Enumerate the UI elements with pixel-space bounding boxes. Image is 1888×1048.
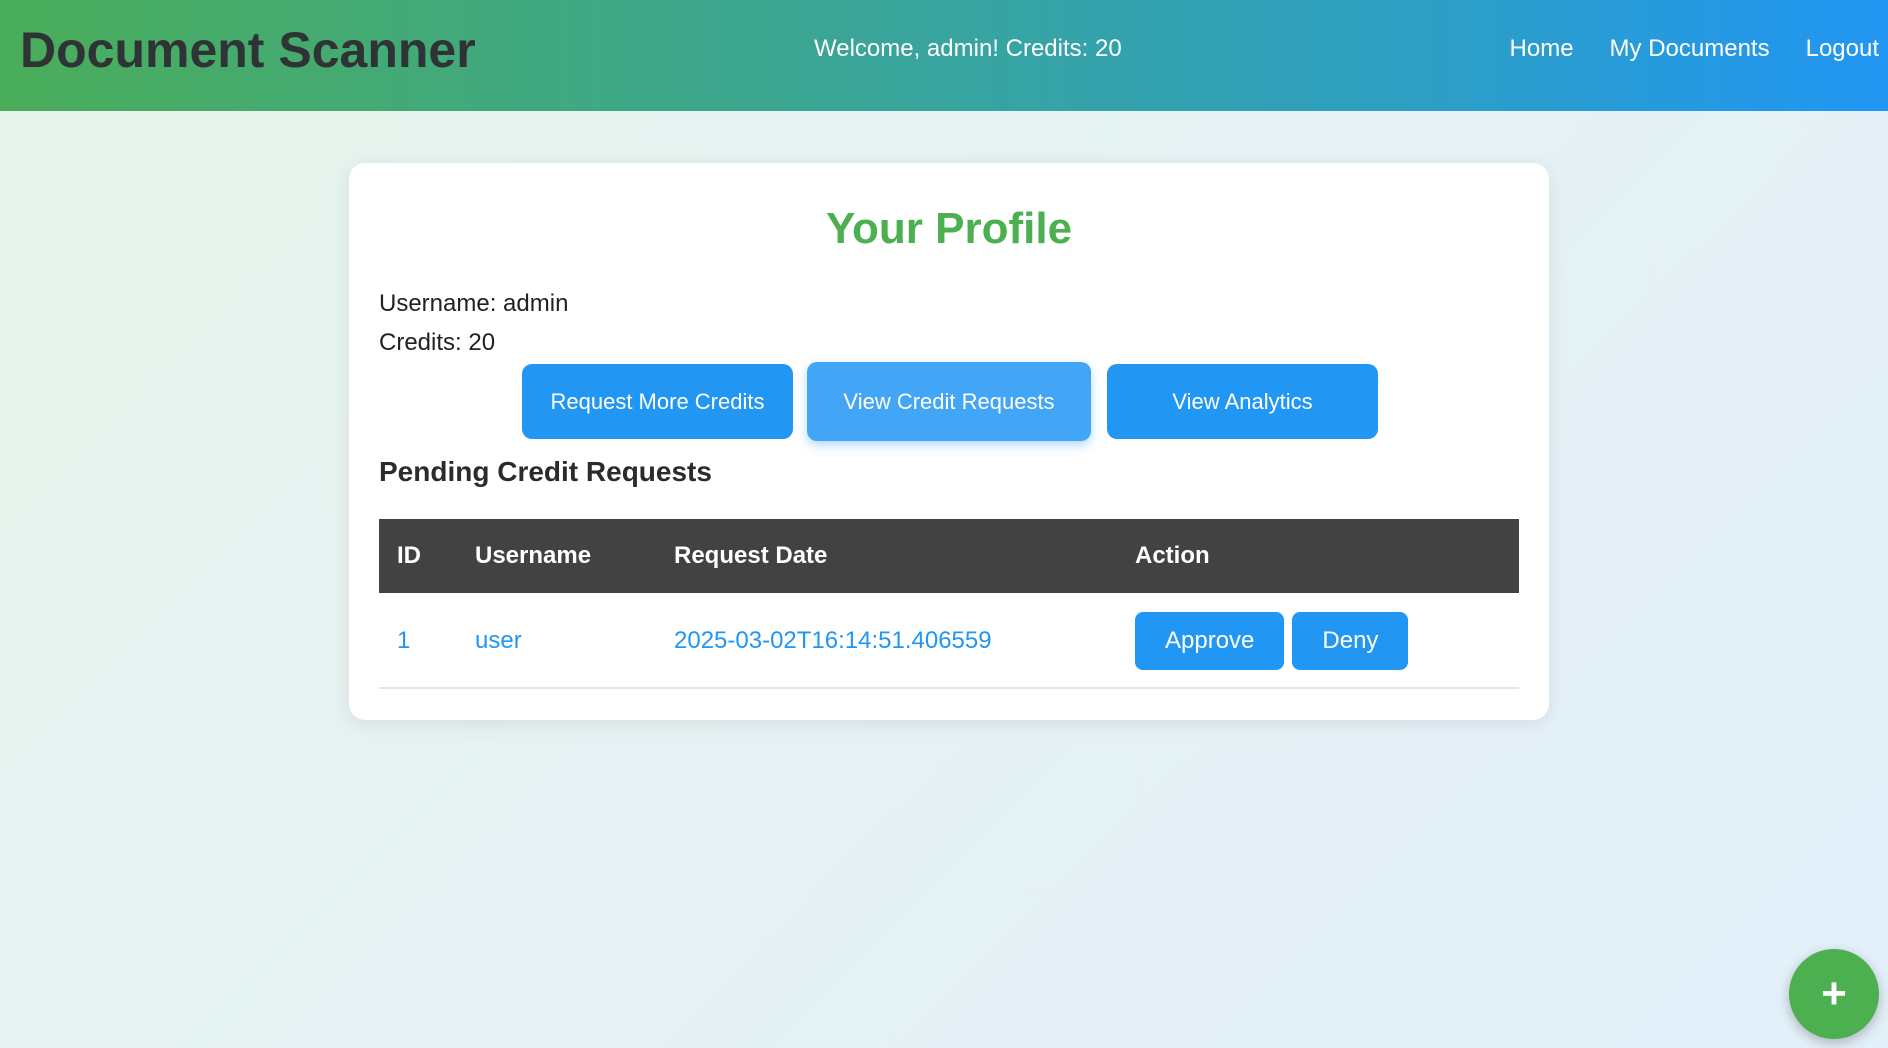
view-credit-requests-button[interactable]: View Credit Requests	[807, 362, 1091, 441]
plus-icon: +	[1821, 969, 1847, 1018]
pending-requests-table: ID Username Request Date Action 1 user 2…	[379, 519, 1519, 689]
request-id: 1	[397, 627, 411, 654]
profile-actions: Request More Credits View Credit Request…	[349, 360, 1549, 441]
app-title: Document Scanner	[20, 22, 476, 78]
welcome-message: Welcome, admin! Credits: 20	[814, 35, 1122, 62]
column-header-action: Action	[1135, 542, 1210, 569]
profile-card: Your Profile Username: admin Credits: 20…	[349, 163, 1549, 720]
username-info: Username: admin	[379, 290, 569, 317]
view-analytics-button[interactable]: View Analytics	[1107, 364, 1378, 439]
add-floating-button[interactable]: +	[1789, 949, 1879, 1039]
nav-my-documents-link[interactable]: My Documents	[1610, 34, 1770, 64]
nav-home-link[interactable]: Home	[1510, 34, 1574, 64]
request-date: 2025-03-02T16:14:51.406559	[674, 627, 992, 654]
column-header-request-date: Request Date	[674, 542, 828, 569]
pending-requests-heading: Pending Credit Requests	[379, 456, 712, 487]
nav-logout-link[interactable]: Logout	[1806, 34, 1879, 64]
column-header-username: Username	[475, 542, 592, 569]
request-username: user	[475, 627, 522, 654]
credits-info: Credits: 20	[379, 329, 496, 356]
table-header: ID Username Request Date Action	[379, 519, 1519, 593]
request-more-credits-button[interactable]: Request More Credits	[522, 364, 793, 439]
approve-button[interactable]: Approve	[1135, 612, 1285, 670]
main-nav: Home My Documents Logout	[1510, 34, 1879, 64]
top-navbar: Document Scanner Welcome, admin! Credits…	[0, 0, 1888, 111]
page-title: Your Profile	[825, 204, 1073, 253]
table-row: 1 user 2025-03-02T16:14:51.406559 Approv…	[379, 593, 1519, 689]
row-actions: Approve Deny	[1135, 612, 1409, 670]
deny-button[interactable]: Deny	[1292, 612, 1409, 670]
column-header-id: ID	[397, 542, 421, 569]
